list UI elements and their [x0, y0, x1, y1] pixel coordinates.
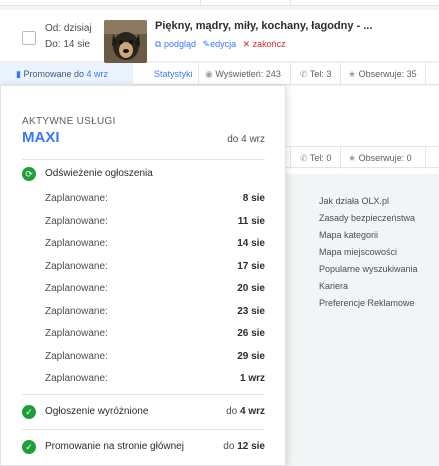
star-icon: ★ [348, 69, 357, 79]
service-label: Odświeżenie ogłoszenia [45, 168, 153, 179]
service-homepage: ✓ Promowanie na stronie głównej do 12 si… [22, 435, 265, 459]
phone-count: ✆ Tel: 0 [300, 153, 332, 163]
footer-link[interactable]: Popularne wyszukiwania [319, 263, 418, 280]
footer-link[interactable]: Mapa kategorii [319, 229, 418, 246]
package-row: MAXI do 4 wrz [22, 129, 265, 151]
end-link[interactable]: ✕ zakończ [243, 39, 286, 49]
observers-count: ★ Obserwuje: 35 [348, 69, 417, 79]
package-name: MAXI [22, 129, 60, 146]
schedule-item: Zaplanowane: 17 sie [45, 260, 265, 272]
promoted-date: 4 wrz [86, 69, 109, 79]
date-to: Do: 14 sie [45, 39, 91, 50]
promoted-label: Promowane do [23, 69, 85, 79]
select-checkbox[interactable] [22, 31, 36, 45]
stats-link[interactable]: Statystyki [154, 63, 193, 85]
top-strip [0, 0, 439, 6]
schedule-item: Zaplanowane: 11 sie [45, 215, 265, 227]
views-count: ◉ Wyświetleń: 243 [205, 69, 281, 79]
listing-row: Od: dzisiaj Do: 14 sie Piękny, mądry, mi… [0, 10, 439, 63]
service-label: Promowanie na stronie głównej [45, 440, 184, 452]
footer-link[interactable]: Zasady bezpieczeństwa [319, 212, 418, 229]
service-until: do 4 wrz [226, 405, 265, 417]
divider [425, 63, 426, 85]
observers-count: ★ Obserwuje: 0 [348, 153, 412, 163]
eye-icon: ◉ [205, 69, 213, 79]
check-icon: ✓ [22, 439, 36, 454]
footer-link[interactable]: Mapa miejscowości [319, 246, 418, 263]
edit-link[interactable]: ✎edycja [203, 39, 237, 49]
divider [200, 0, 201, 6]
schedule-list: Zaplanowane: 8 sie Zaplanowane: 11 sie Zap… [22, 188, 265, 391]
divider [198, 63, 199, 85]
footer-link[interactable]: Kariera [319, 280, 418, 297]
schedule-item: Zaplanowane: 1 wrz [45, 373, 265, 384]
star-icon: ★ [348, 153, 357, 163]
service-featured: ✓ Ogłoszenie wyróżnione do 4 wrz [22, 400, 265, 424]
close-icon: ✕ [242, 39, 251, 49]
service-refresh: ⟳ Odświeżenie ogłoszenia [22, 162, 265, 186]
schedule-item: Zaplanowane: 20 sie [45, 283, 265, 294]
listing-stats-bar: ▮ Promowane do 4 wrz Statystyki ◉ Wyświe… [0, 63, 439, 85]
promoted-tab[interactable]: ▮ Promowane do 4 wrz [0, 63, 133, 85]
schedule-item: Zaplanowane: 14 sie [45, 238, 265, 249]
refresh-icon: ⟳ [22, 167, 36, 181]
bookmark-icon: ▮ [16, 69, 21, 79]
divider [340, 63, 341, 85]
divider [22, 428, 265, 430]
phone-count: ✆ Tel: 3 [300, 69, 332, 79]
phone-icon: ✆ [300, 69, 308, 79]
listing-thumbnail[interactable] [104, 20, 147, 63]
divider [22, 159, 265, 160]
date-from: Od: dzisiaj [45, 23, 92, 34]
preview-icon: ⧉ [155, 39, 162, 49]
divider [290, 0, 291, 6]
schedule-item: Zaplanowane: 29 sie [45, 350, 265, 362]
preview-link[interactable]: ⧉ podgląd [155, 39, 196, 49]
listing-dates: Od: dzisiaj Do: 14 sie [45, 21, 92, 53]
divider [340, 147, 341, 169]
phone-icon: ✆ [300, 153, 308, 163]
footer-links: Jak działa OLX.pl Zasady bezpieczeństwa … [319, 195, 418, 314]
divider [290, 63, 291, 85]
listing-title[interactable]: Piękny, mądry, miły, kochany, łagodny - … [155, 20, 372, 32]
schedule-item: Zaplanowane: 26 sie [45, 328, 265, 339]
package-until: do 4 wrz [227, 134, 265, 145]
pencil-icon: ✎ [202, 39, 211, 49]
footer-link[interactable]: Preferencje Reklamowe [319, 297, 418, 314]
service-label: Ogłoszenie wyróżnione [45, 405, 149, 417]
service-until: do 12 sie [223, 440, 265, 452]
check-icon: ✓ [22, 404, 36, 419]
divider [290, 147, 291, 169]
schedule-item: Zaplanowane: 8 sie [45, 193, 265, 204]
divider [425, 147, 426, 169]
popup-header: AKTYWNE USŁUGI [22, 116, 116, 127]
footer-link[interactable]: Jak działa OLX.pl [319, 195, 418, 212]
divider [22, 393, 265, 395]
listing-actions: ⧉ podgląd ✎edycja ✕ zakończ [155, 39, 286, 50]
schedule-item: Zaplanowane: 23 sie [45, 305, 265, 317]
active-services-popup: AKTYWNE USŁUGI MAXI do 4 wrz ⟳ Odświeżen… [0, 85, 286, 466]
